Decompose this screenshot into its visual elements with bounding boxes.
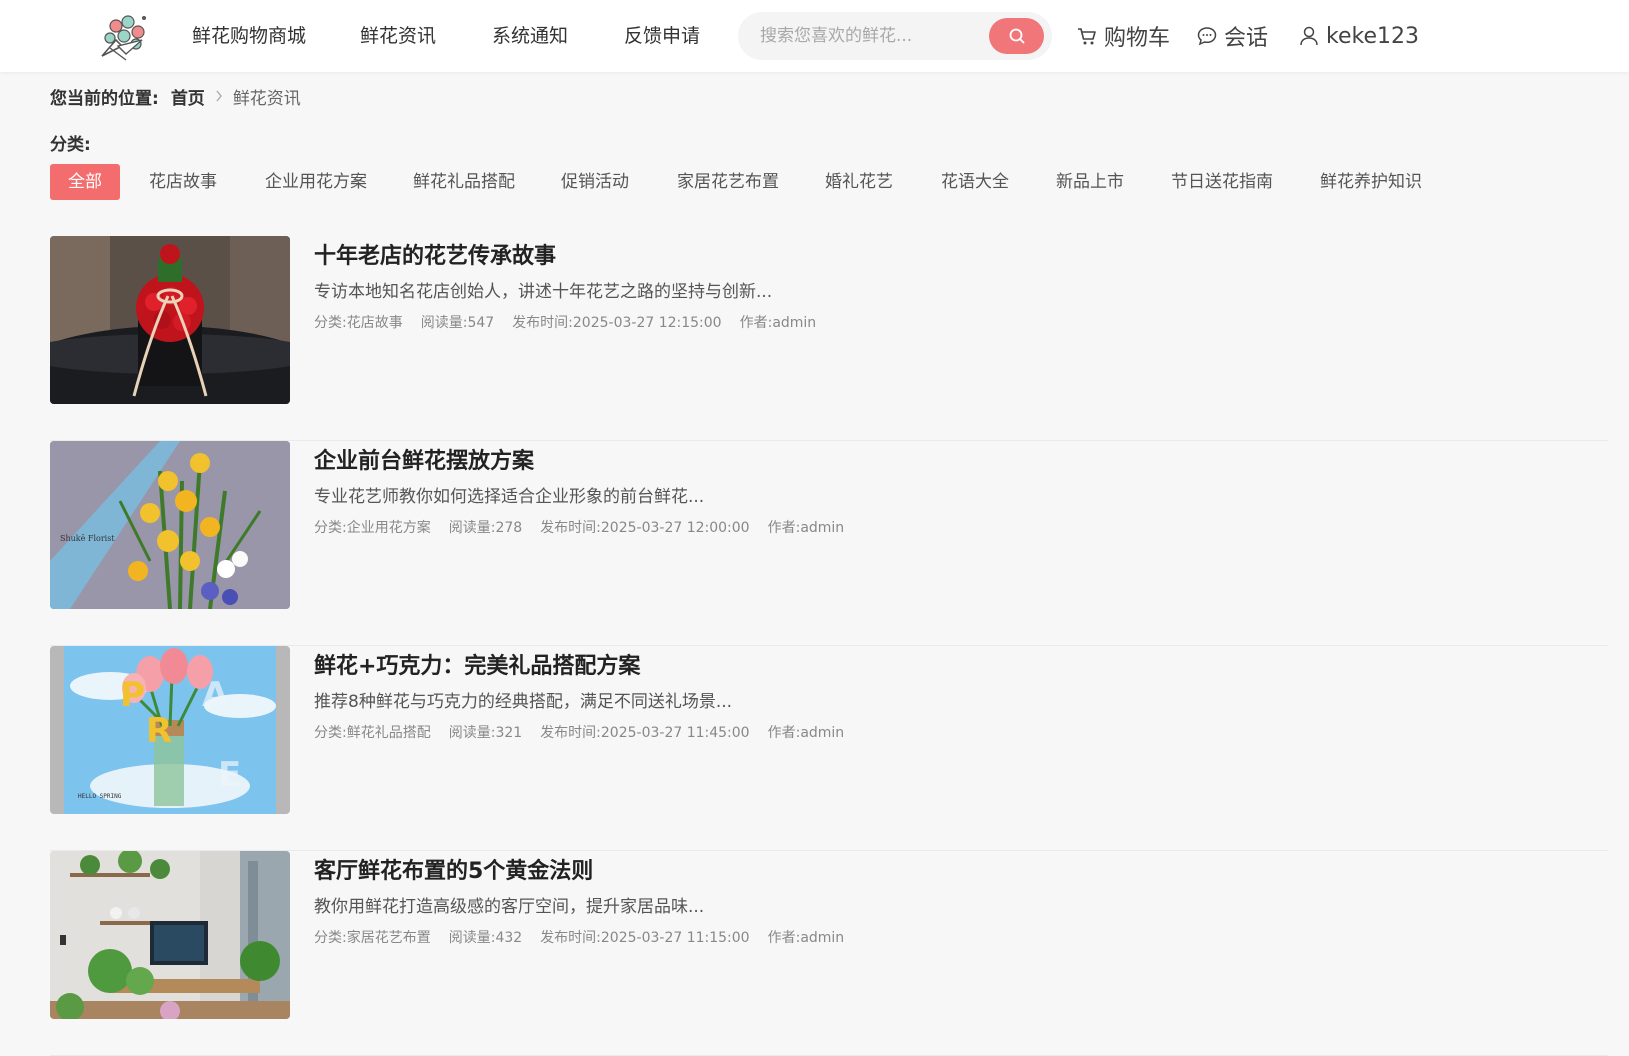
meta-category-label: 分类: (314, 520, 347, 536)
article-category: 鲜花礼品搭配 (346, 725, 431, 741)
article-author: admin (772, 315, 817, 331)
svg-text:R: R (146, 711, 172, 751)
meta-views-label: 阅读量: (448, 725, 496, 741)
svg-text:E: E (218, 755, 241, 795)
svg-text:A: A (202, 675, 229, 715)
article-item: Shukē Florist 企业前台鲜花摆放方案 专业花艺师教你如何选择适合企业… (50, 441, 1608, 646)
article-published: 2025-03-27 12:00:00 (600, 520, 750, 536)
chat-link[interactable]: 会话 (1196, 21, 1268, 51)
article-published: 2025-03-27 11:15:00 (600, 930, 750, 946)
meta-published-label: 发布时间: (512, 315, 573, 331)
meta-views-label: 阅读量: (420, 315, 468, 331)
nav-item-feedback[interactable]: 反馈申请 (624, 22, 700, 50)
top-header: 鲜花购物商城 鲜花资讯 系统通知 反馈申请 购物车 会话 (0, 0, 1629, 72)
chat-bubble-icon (1197, 27, 1217, 46)
category-gift-pairing[interactable]: 鲜花礼品搭配 (413, 164, 515, 200)
article-author: admin (800, 520, 845, 536)
article-summary: 专业花艺师教你如何选择适合企业形象的前台鲜花... (314, 487, 705, 507)
article-summary: 教你用鲜花打造高级感的客厅空间，提升家居品味... (314, 897, 705, 917)
article-category: 家居花艺布置 (346, 930, 431, 946)
meta-author-label: 作者: (767, 520, 801, 536)
nav-item-shop[interactable]: 鲜花购物商城 (192, 22, 306, 50)
user-menu[interactable]: keke123 (1298, 21, 1419, 51)
article-title[interactable]: 鲜花+巧克力：完美礼品搭配方案 (314, 648, 640, 680)
search-button[interactable] (989, 18, 1044, 54)
article-author: admin (800, 930, 845, 946)
article-title[interactable]: 十年老店的花艺传承故事 (314, 238, 556, 270)
meta-published-label: 发布时间: (540, 520, 601, 536)
article-title[interactable]: 客厅鲜花布置的5个黄金法则 (314, 853, 593, 885)
meta-author-label: 作者: (767, 725, 801, 741)
meta-published-label: 发布时间: (540, 725, 601, 741)
article-summary: 推荐8种鲜花与巧克力的经典搭配，满足不同送礼场景... (314, 692, 733, 712)
article-item: 十年老店的花艺传承故事 专访本地知名花店创始人，讲述十年花艺之路的坚持与创新..… (50, 236, 1608, 441)
article-item: P R A E HELLO SPRING 鲜花+巧克力：完美礼品搭配方案 推荐8… (50, 646, 1608, 851)
cart-link[interactable]: 购物车 (1076, 21, 1170, 51)
category-corporate-flowers[interactable]: 企业用花方案 (265, 164, 367, 200)
breadcrumb-current: 鲜花资讯 (232, 88, 301, 109)
category-new-arrivals[interactable]: 新品上市 (1056, 164, 1124, 200)
article-views: 321 (495, 725, 523, 741)
category-promotion[interactable]: 促销活动 (561, 164, 629, 200)
category-label: 分类: (50, 135, 91, 155)
article-author: admin (800, 725, 845, 741)
category-holiday-guide[interactable]: 节日送花指南 (1171, 164, 1273, 200)
search-icon (1009, 28, 1024, 44)
category-all[interactable]: 全部 (50, 164, 120, 200)
article-thumbnail[interactable]: P R A E HELLO SPRING (50, 646, 290, 814)
article-meta: 分类:家居花艺布置 阅读量:432 发布时间:2025-03-27 11:15:… (314, 927, 862, 947)
category-care-tips[interactable]: 鲜花养护知识 (1320, 164, 1422, 200)
article-published: 2025-03-27 12:15:00 (572, 315, 722, 331)
nav-item-news[interactable]: 鲜花资讯 (360, 22, 436, 50)
article-title[interactable]: 企业前台鲜花摆放方案 (314, 443, 534, 475)
article-meta: 分类:花店故事 阅读量:547 发布时间:2025-03-27 12:15:00… (314, 312, 834, 332)
article-category: 花店故事 (346, 315, 403, 331)
category-home-decor[interactable]: 家居花艺布置 (677, 164, 779, 200)
article-thumbnail[interactable] (50, 236, 290, 404)
meta-views-label: 阅读量: (448, 930, 496, 946)
article-published: 2025-03-27 11:45:00 (600, 725, 750, 741)
chat-label: 会话 (1224, 26, 1269, 51)
article-summary: 专访本地知名花店创始人，讲述十年花艺之路的坚持与创新... (314, 282, 773, 302)
breadcrumb-label: 您当前的位置: (50, 88, 159, 109)
breadcrumb-home-link[interactable]: 首页 (171, 84, 205, 109)
category-flower-language[interactable]: 花语大全 (941, 164, 1009, 200)
username: keke123 (1326, 23, 1419, 49)
article-thumbnail[interactable]: Shukē Florist (50, 441, 290, 609)
category-shop-story[interactable]: 花店故事 (149, 164, 217, 200)
image-caption: HELLO SPRING (78, 793, 122, 800)
search-box (738, 12, 1052, 60)
article-views: 432 (495, 930, 523, 946)
nav-item-notifications[interactable]: 系统通知 (492, 22, 568, 50)
cart-label: 购物车 (1104, 26, 1171, 51)
article-views: 547 (467, 315, 495, 331)
meta-published-label: 发布时间: (540, 930, 601, 946)
svg-text:P: P (120, 675, 145, 715)
breadcrumb: 您当前的位置: 首页 鲜花资讯 (50, 83, 301, 109)
cart-icon (1078, 28, 1096, 45)
meta-category-label: 分类: (314, 315, 347, 331)
article-category: 企业用花方案 (346, 520, 431, 536)
bouquet-logo-icon[interactable] (96, 10, 152, 62)
article-thumbnail[interactable] (50, 851, 290, 1019)
search-input[interactable] (760, 22, 970, 50)
category-wedding[interactable]: 婚礼花艺 (825, 164, 893, 200)
image-caption: Shukē Florist (60, 534, 115, 543)
article-meta: 分类:鲜花礼品搭配 阅读量:321 发布时间:2025-03-27 11:45:… (314, 722, 862, 742)
user-icon (1300, 26, 1318, 46)
meta-category-label: 分类: (314, 930, 347, 946)
meta-category-label: 分类: (314, 725, 347, 741)
article-views: 278 (495, 520, 523, 536)
chevron-right-icon (215, 90, 223, 102)
meta-author-label: 作者: (767, 930, 801, 946)
meta-views-label: 阅读量: (448, 520, 496, 536)
article-meta: 分类:企业用花方案 阅读量:278 发布时间:2025-03-27 12:00:… (314, 517, 862, 537)
meta-author-label: 作者: (739, 315, 773, 331)
article-item: 客厅鲜花布置的5个黄金法则 教你用鲜花打造高级感的客厅空间，提升家居品味... … (50, 851, 1608, 1056)
